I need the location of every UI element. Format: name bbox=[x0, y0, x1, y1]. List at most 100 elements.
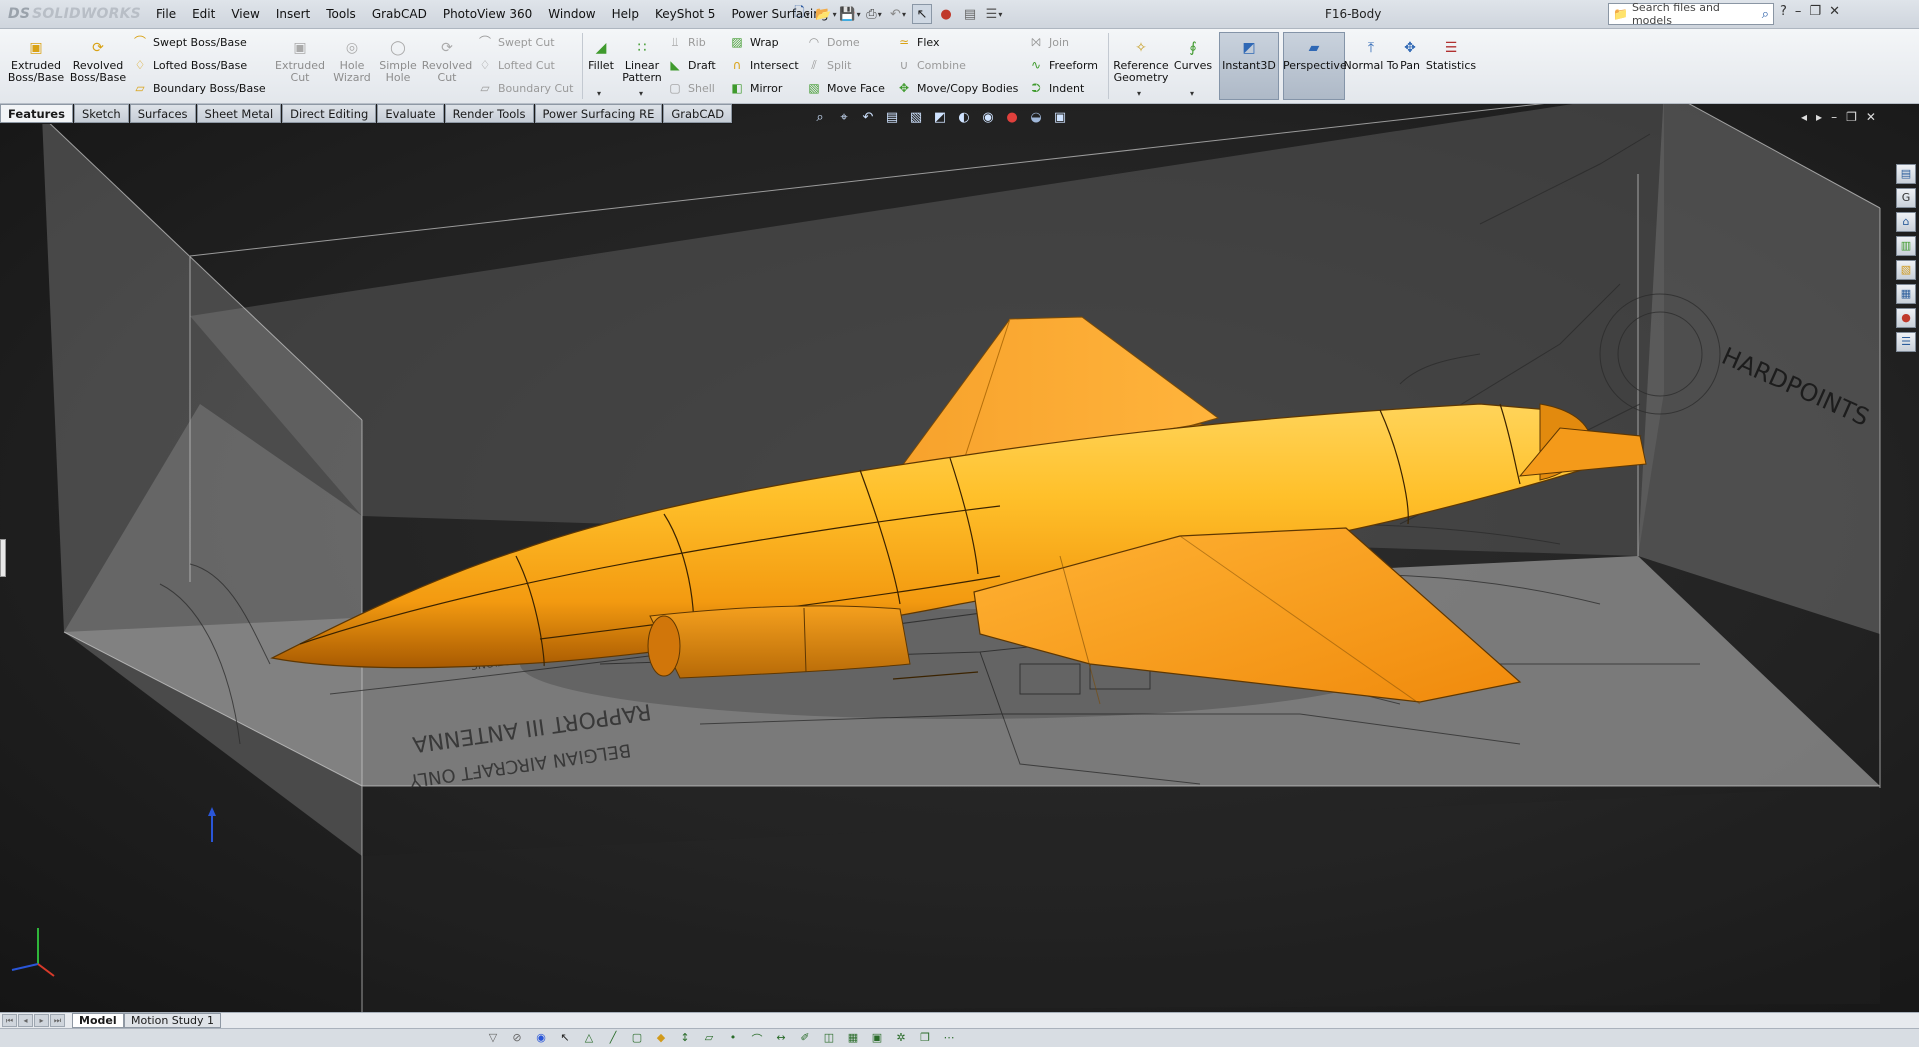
undo-icon[interactable]: ↶ ▾ bbox=[888, 4, 908, 24]
wrap-button[interactable]: ▨ Wrap bbox=[729, 32, 778, 52]
zoom-to-fit-icon[interactable]: ⌕ bbox=[812, 110, 828, 125]
filter-vertices-icon[interactable]: △ bbox=[580, 1031, 598, 1047]
select-arrow-icon[interactable]: ↖ bbox=[556, 1031, 574, 1047]
filter-surfaces-icon[interactable]: ◆ bbox=[652, 1031, 670, 1047]
combine-button[interactable]: ∪ Combine bbox=[896, 55, 966, 75]
revolved-boss-button[interactable]: ⟳ Revolved Boss/Base bbox=[68, 39, 128, 84]
fillet-dropdown-icon[interactable]: ▾ bbox=[597, 89, 601, 98]
scroll-next-icon[interactable]: ▸ bbox=[34, 1014, 49, 1027]
viewport-minimize-icon[interactable]: – bbox=[1831, 110, 1837, 124]
filter-sketch-icon[interactable]: ⌒ bbox=[748, 1031, 766, 1047]
filter-datums-icon[interactable]: ❐ bbox=[916, 1031, 934, 1047]
menu-insert[interactable]: Insert bbox=[268, 0, 318, 29]
linear-pattern-button[interactable]: ∷ Linear Pattern bbox=[612, 39, 672, 84]
swept-boss-button[interactable]: ⌒ Swept Boss/Base bbox=[132, 32, 247, 52]
boundary-cut-button[interactable]: ▱ Boundary Cut bbox=[477, 78, 573, 98]
filter-points-icon[interactable]: • bbox=[724, 1031, 742, 1047]
tab-sheet-metal[interactable]: Sheet Metal bbox=[196, 104, 282, 123]
filter-all-icon[interactable]: ◉ bbox=[532, 1031, 550, 1047]
view-settings-icon[interactable]: ▣ bbox=[1052, 110, 1068, 125]
join-button[interactable]: ⨝ Join bbox=[1028, 32, 1069, 52]
pattern-dropdown-icon[interactable]: ▾ bbox=[639, 89, 643, 98]
tab-features[interactable]: Features bbox=[0, 104, 73, 123]
perspective-button[interactable]: ▰ Perspective bbox=[1283, 39, 1347, 72]
split-button[interactable]: ⫽ Split bbox=[806, 55, 851, 75]
extruded-boss-button[interactable]: ▣ Extruded Boss/Base bbox=[6, 39, 66, 84]
open-folder-icon[interactable]: 📂 ▾ bbox=[815, 4, 836, 24]
dynamic-annotation-icon[interactable]: ▧ bbox=[908, 110, 924, 125]
intersect-button[interactable]: ∩ Intersect bbox=[729, 55, 799, 75]
filter-edges-icon[interactable]: ╱ bbox=[604, 1031, 622, 1047]
menu-window[interactable]: Window bbox=[540, 0, 603, 29]
reference-geometry-button[interactable]: ✧ Reference Geometry bbox=[1110, 39, 1172, 84]
new-document-icon[interactable]: 🗋 ▾ bbox=[792, 4, 812, 24]
menu-view[interactable]: View bbox=[223, 0, 267, 29]
tab-sketch[interactable]: Sketch bbox=[73, 104, 129, 123]
filter-clear-icon[interactable]: ⊘ bbox=[508, 1031, 526, 1047]
tab-render-tools[interactable]: Render Tools bbox=[444, 104, 534, 123]
freeform-button[interactable]: ∿ Freeform bbox=[1028, 55, 1098, 75]
rebuild-traffic-light-icon[interactable]: ● bbox=[936, 4, 956, 24]
display-style-icon[interactable]: ◐ bbox=[956, 110, 972, 125]
appearances-icon[interactable]: ● bbox=[1896, 308, 1916, 328]
hide-show-items-icon[interactable]: ◉ bbox=[980, 110, 996, 125]
tab-evaluate[interactable]: Evaluate bbox=[377, 104, 444, 123]
restore-icon[interactable]: ❐ bbox=[1809, 4, 1821, 19]
menu-file[interactable]: File bbox=[148, 0, 184, 29]
solidworks-resources-icon[interactable]: ▤ bbox=[1896, 164, 1916, 184]
boundary-boss-button[interactable]: ▱ Boundary Boss/Base bbox=[132, 78, 265, 98]
minimize-icon[interactable]: – bbox=[1795, 4, 1802, 19]
tab-direct-editing[interactable]: Direct Editing bbox=[282, 104, 377, 123]
options-icon[interactable]: ☰ ▾ bbox=[984, 4, 1004, 24]
scroll-last-icon[interactable]: ⏭ bbox=[50, 1014, 65, 1027]
save-icon[interactable]: 💾 ▾ bbox=[839, 4, 860, 24]
move-copy-bodies-button[interactable]: ✥ Move/Copy Bodies bbox=[896, 78, 1018, 98]
lofted-boss-button[interactable]: ♢ Lofted Boss/Base bbox=[132, 55, 248, 75]
scroll-prev-icon[interactable]: ◂ bbox=[18, 1014, 33, 1027]
zoom-to-area-icon[interactable]: ⌖ bbox=[836, 110, 852, 125]
curves-button[interactable]: ∮ Curves bbox=[1165, 39, 1221, 72]
close-icon[interactable]: ✕ bbox=[1829, 4, 1840, 19]
viewport-restore-icon[interactable]: ❐ bbox=[1846, 110, 1857, 124]
filter-axes-icon[interactable]: ↕ bbox=[676, 1031, 694, 1047]
search-input[interactable]: Search files and models bbox=[1632, 1, 1762, 27]
shell-button[interactable]: ▢ Shell bbox=[667, 78, 715, 98]
section-view-icon[interactable]: ▤ bbox=[884, 110, 900, 125]
menu-keyshot[interactable]: KeyShot 5 bbox=[647, 0, 723, 29]
flex-button[interactable]: ≃ Flex bbox=[896, 32, 940, 52]
grabcad-icon[interactable]: G bbox=[1896, 188, 1916, 208]
help-icon[interactable]: ? bbox=[1780, 4, 1787, 19]
select-arrow-icon[interactable]: ↖ bbox=[912, 4, 932, 24]
lofted-cut-button[interactable]: ♢ Lofted Cut bbox=[477, 55, 555, 75]
apply-scene-icon[interactable]: ◒ bbox=[1028, 110, 1044, 125]
custom-properties-icon[interactable]: ☰ bbox=[1896, 332, 1916, 352]
view-orientation-icon[interactable]: ◩ bbox=[932, 110, 948, 125]
file-explorer-icon[interactable]: ▧ bbox=[1896, 260, 1916, 280]
print-icon[interactable]: ⎙ ▾ bbox=[864, 4, 884, 24]
viewport-next-icon[interactable]: ▸ bbox=[1816, 110, 1822, 124]
dome-button[interactable]: ◠ Dome bbox=[806, 32, 860, 52]
instant3d-button[interactable]: ◩ Instant3D bbox=[1219, 39, 1279, 72]
viewport-close-icon[interactable]: ✕ bbox=[1866, 110, 1876, 124]
reference-geometry-dropdown-icon[interactable]: ▾ bbox=[1137, 89, 1141, 98]
filter-tables-icon[interactable]: ▦ bbox=[844, 1031, 862, 1047]
tab-motion-study-1[interactable]: Motion Study 1 bbox=[124, 1013, 222, 1028]
search-box[interactable]: 📁 Search files and models ⌕ bbox=[1608, 1, 1774, 27]
file-properties-icon[interactable]: ▤ bbox=[960, 4, 980, 24]
tab-model[interactable]: Model bbox=[72, 1013, 124, 1028]
tab-power-surfacing-re[interactable]: Power Surfacing RE bbox=[534, 104, 663, 123]
menu-grabcad[interactable]: GrabCAD bbox=[364, 0, 435, 29]
graphics-area[interactable]: RAPPORT III ANTENNA BELGIAN AIRCRAFT ONL… bbox=[0, 104, 1919, 1012]
extruded-cut-button[interactable]: ▣ Extruded Cut bbox=[270, 39, 330, 84]
filter-toggle-icon[interactable]: ▽ bbox=[484, 1031, 502, 1047]
menu-help[interactable]: Help bbox=[604, 0, 647, 29]
tab-grabcad[interactable]: GrabCAD bbox=[663, 104, 733, 123]
move-face-button[interactable]: ▧ Move Face bbox=[806, 78, 885, 98]
tab-surfaces[interactable]: Surfaces bbox=[129, 104, 196, 123]
menu-tools[interactable]: Tools bbox=[318, 0, 364, 29]
swept-cut-button[interactable]: ⌒ Swept Cut bbox=[477, 32, 555, 52]
home-icon[interactable]: ⌂ bbox=[1896, 212, 1916, 232]
menu-edit[interactable]: Edit bbox=[184, 0, 223, 29]
mirror-button[interactable]: ◧ Mirror bbox=[729, 78, 782, 98]
filter-symbols-icon[interactable]: ✲ bbox=[892, 1031, 910, 1047]
